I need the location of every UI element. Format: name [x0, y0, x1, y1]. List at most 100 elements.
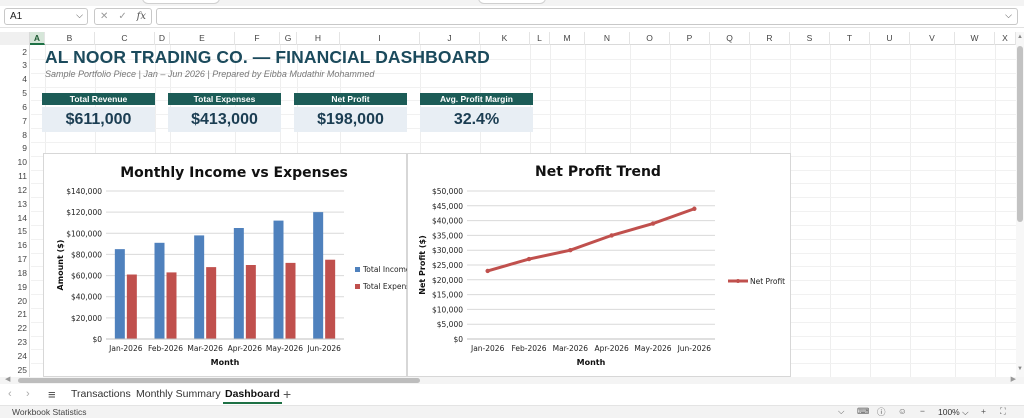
- kpi-total-expenses[interactable]: Total Expenses $413,000: [168, 93, 281, 132]
- check-icon[interactable]: ✓: [118, 11, 126, 22]
- row-header-4[interactable]: 4: [0, 74, 30, 84]
- chevron-down-icon[interactable]: ⌵: [1005, 10, 1012, 21]
- row-header-13[interactable]: 13: [0, 199, 30, 209]
- column-header-t[interactable]: T: [830, 32, 870, 45]
- row-header-14[interactable]: 14: [0, 213, 30, 223]
- column-header-h[interactable]: H: [297, 32, 340, 45]
- y-tick-label: $15,000: [432, 291, 463, 300]
- row-header-8[interactable]: 8: [0, 130, 30, 140]
- chevron-down-icon[interactable]: ⌵: [838, 406, 844, 417]
- horizontal-scrollbar[interactable]: ◀ ▶: [0, 375, 1024, 384]
- row-header-24[interactable]: 24: [0, 351, 30, 361]
- x-tick-label: Mar-2026: [187, 344, 223, 353]
- row-header-17[interactable]: 17: [0, 254, 30, 264]
- column-header-g[interactable]: G: [280, 32, 297, 45]
- column-header-i[interactable]: I: [340, 32, 420, 45]
- plus-icon[interactable]: +: [283, 386, 291, 402]
- hamburger-icon[interactable]: ≡: [48, 387, 56, 402]
- tab-monthly-summary[interactable]: Monthly Summary: [136, 388, 221, 400]
- close-icon[interactable]: ✕: [100, 11, 108, 22]
- zoom-out-icon[interactable]: −: [920, 406, 925, 416]
- vertical-scrollbar[interactable]: ▲ ▼: [1016, 32, 1024, 377]
- tab-transactions[interactable]: Transactions: [71, 388, 131, 400]
- column-header-a[interactable]: A: [30, 32, 45, 45]
- column-header-u[interactable]: U: [870, 32, 910, 45]
- column-header-j[interactable]: J: [420, 32, 480, 45]
- y-tick-label: $0: [92, 335, 102, 344]
- column-header-q[interactable]: Q: [710, 32, 750, 45]
- keyboard-icon[interactable]: ⌨: [857, 406, 869, 417]
- fullscreen-icon[interactable]: ⛶: [1000, 406, 1006, 417]
- row-header-3[interactable]: 3: [0, 60, 30, 70]
- function-icon[interactable]: fx: [137, 11, 146, 22]
- row-header-18[interactable]: 18: [0, 268, 30, 278]
- column-header-x[interactable]: X: [995, 32, 1016, 45]
- kpi-total-revenue[interactable]: Total Revenue $611,000: [42, 93, 155, 132]
- row-header-6[interactable]: 6: [0, 102, 30, 112]
- x-tick-label: Jan-2026: [108, 344, 143, 353]
- workbook-statistics-label[interactable]: Workbook Statistics: [12, 407, 86, 417]
- row-header-22[interactable]: 22: [0, 323, 30, 333]
- row-header-10[interactable]: 10: [0, 157, 30, 167]
- row-header-19[interactable]: 19: [0, 282, 30, 292]
- accessibility-icon[interactable]: ☺: [898, 406, 907, 416]
- chevron-left-icon[interactable]: ‹: [8, 388, 12, 400]
- row-header-21[interactable]: 21: [0, 309, 30, 319]
- net-profit-chart[interactable]: Net Profit Trend $0 $5,000 $10,000 $15,000 $2…: [407, 153, 791, 377]
- zoom-in-icon[interactable]: +: [981, 406, 986, 416]
- ribbon-control-stub[interactable]: [142, 0, 220, 4]
- select-all-corner[interactable]: [0, 32, 30, 45]
- chevron-right-icon[interactable]: ›: [26, 388, 30, 400]
- tab-dashboard[interactable]: Dashboard: [223, 388, 282, 404]
- row-header-2[interactable]: 2: [0, 47, 30, 57]
- kpi-net-profit[interactable]: Net Profit $198,000: [294, 93, 407, 132]
- column-header-l[interactable]: L: [530, 32, 550, 45]
- legend-label: Net Profit: [750, 277, 785, 286]
- chart-title: Monthly Income vs Expenses: [120, 165, 348, 181]
- column-header-w[interactable]: W: [955, 32, 995, 45]
- column-header-k[interactable]: K: [480, 32, 530, 45]
- bar-expenses: [285, 262, 296, 339]
- vertical-scroll-thumb[interactable]: [1017, 46, 1023, 222]
- row-header-5[interactable]: 5: [0, 88, 30, 98]
- ribbon-control-stub[interactable]: [478, 0, 546, 4]
- formula-input[interactable]: ⌵: [156, 8, 1018, 25]
- row-header-15[interactable]: 15: [0, 226, 30, 236]
- column-header-p[interactable]: P: [670, 32, 710, 45]
- y-axis-label: Amount ($): [56, 240, 65, 291]
- row-header-12[interactable]: 12: [0, 185, 30, 195]
- row-header-16[interactable]: 16: [0, 240, 30, 250]
- scroll-right-icon[interactable]: ▶: [1011, 375, 1016, 383]
- row-header-9[interactable]: 9: [0, 143, 30, 153]
- row-header-7[interactable]: 7: [0, 116, 30, 126]
- column-header-d[interactable]: D: [155, 32, 170, 45]
- column-header-v[interactable]: V: [910, 32, 955, 45]
- row-header-23[interactable]: 23: [0, 337, 30, 347]
- zoom-value: 100%: [938, 407, 960, 417]
- column-header-n[interactable]: N: [585, 32, 630, 45]
- legend-marker: [736, 279, 740, 283]
- column-headers: ABCDEFGHIJKLMNOPQRSTUVWX: [0, 32, 1024, 45]
- y-axis-label: Net Profit ($): [418, 235, 427, 294]
- row-header-11[interactable]: 11: [0, 171, 30, 181]
- column-header-r[interactable]: R: [750, 32, 790, 45]
- row-header-25[interactable]: 25: [0, 365, 30, 375]
- column-header-m[interactable]: M: [550, 32, 585, 45]
- column-header-s[interactable]: S: [790, 32, 830, 45]
- column-header-c[interactable]: C: [95, 32, 155, 45]
- column-header-o[interactable]: O: [630, 32, 670, 45]
- scroll-up-icon[interactable]: ▲: [1016, 34, 1024, 40]
- kpi-avg-profit-margin[interactable]: Avg. Profit Margin 32.4%: [420, 93, 533, 132]
- row-header-20[interactable]: 20: [0, 296, 30, 306]
- column-header-f[interactable]: F: [235, 32, 280, 45]
- scroll-down-icon[interactable]: ▼: [1016, 366, 1024, 372]
- scroll-left-icon[interactable]: ◀: [5, 375, 10, 383]
- horizontal-scroll-thumb[interactable]: [18, 378, 420, 383]
- help-icon[interactable]: ⓘ: [877, 406, 886, 418]
- column-header-e[interactable]: E: [170, 32, 235, 45]
- zoom-level[interactable]: 100% ⌵: [938, 407, 969, 418]
- income-expenses-chart[interactable]: Monthly Income vs Expenses $0 $20,000 $40,0…: [43, 153, 408, 377]
- chevron-down-icon[interactable]: ⌵: [76, 10, 83, 21]
- column-header-b[interactable]: B: [45, 32, 95, 45]
- name-box[interactable]: A1 ⌵: [4, 8, 88, 25]
